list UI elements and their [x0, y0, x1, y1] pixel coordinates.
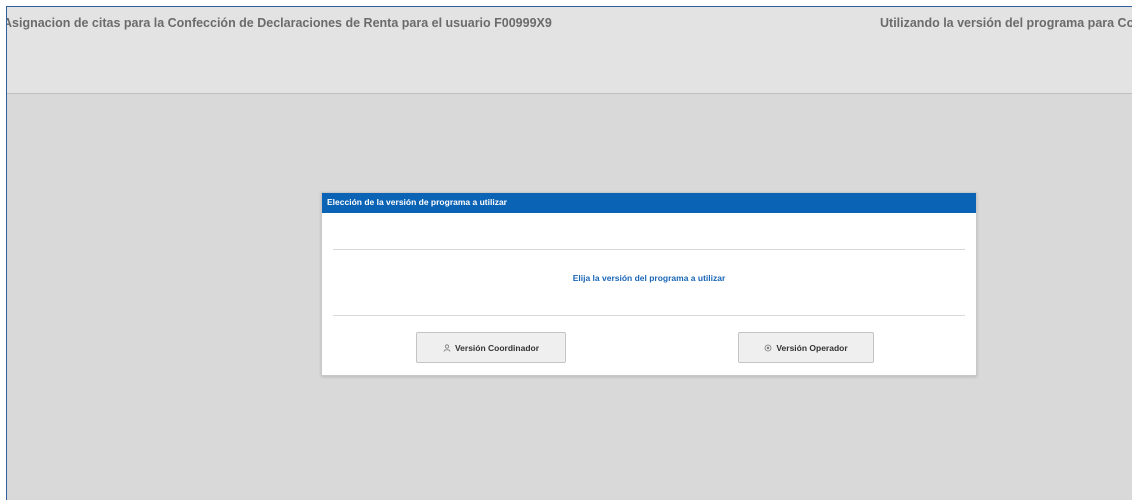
- operator-version-label: Versión Operador: [776, 342, 848, 353]
- coordinator-version-button[interactable]: Versión Coordinador: [416, 332, 566, 363]
- operator-version-button[interactable]: Versión Operador: [738, 332, 874, 363]
- version-note: Utilizando la versión del programa para …: [880, 16, 1132, 30]
- version-selection-dialog: Elección de la versión de programa a uti…: [321, 192, 977, 376]
- user-icon: [443, 343, 451, 352]
- dialog-prompt: Elija la versión del programa a utilizar: [572, 273, 726, 283]
- app-header: Asignacion de citas para la Confección d…: [7, 7, 1132, 94]
- application-frame: Asignacion de citas para la Confección d…: [6, 6, 1132, 500]
- dialog-titlebar: Elección de la versión de programa a uti…: [322, 193, 976, 213]
- dialog-divider-bottom: [333, 315, 965, 316]
- dialog-title: Elección de la versión de programa a uti…: [327, 197, 507, 207]
- coordinator-version-label: Versión Coordinador: [454, 342, 540, 353]
- app-title: Asignacion de citas para la Confección d…: [6, 16, 552, 30]
- shield-icon: [764, 344, 772, 352]
- dialog-divider-top: [333, 249, 965, 250]
